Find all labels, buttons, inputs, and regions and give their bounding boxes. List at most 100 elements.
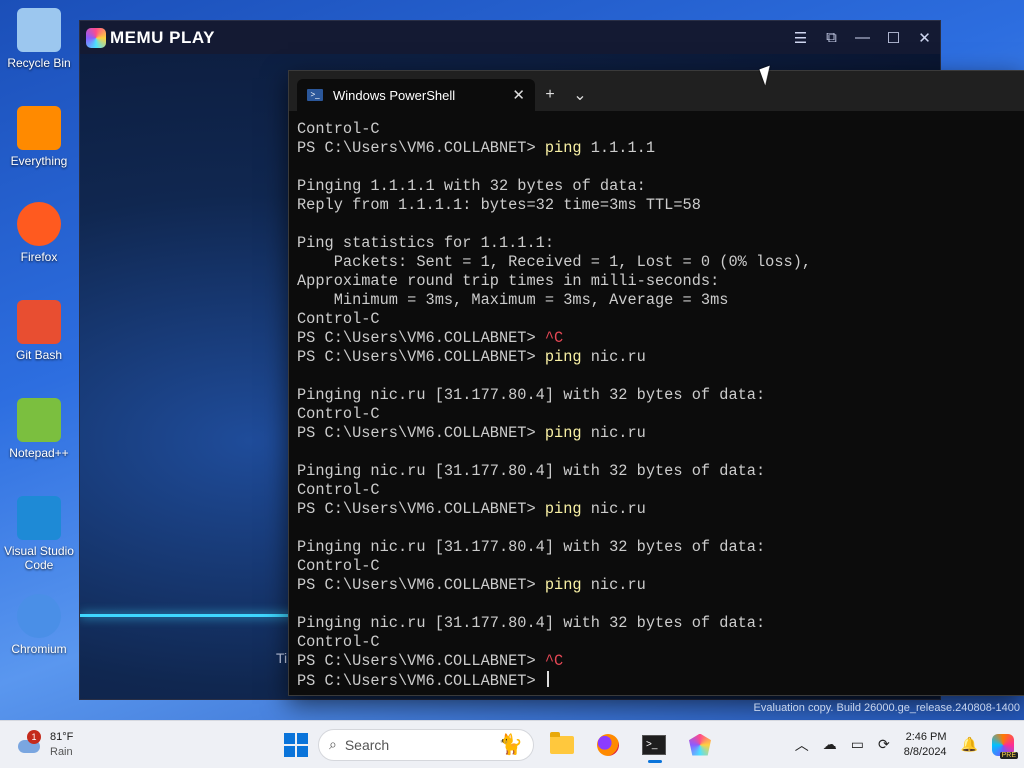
terminal-line: Reply from 1.1.1.1: bytes=32 time=3ms TT… (297, 196, 701, 214)
memu-progress-line (80, 614, 310, 617)
desktop-icon-label: Recycle Bin (7, 56, 71, 70)
terminal-command: ping (544, 576, 582, 594)
desktop-icon-firefox[interactable]: Firefox (4, 202, 74, 264)
terminal-line: PS C:\Users\VM6.COLLABNET> ping nic.ru (297, 500, 1024, 519)
terminal-line: PS C:\Users\VM6.COLLABNET> ping 1.1.1.1 (297, 139, 1024, 158)
weather-widget[interactable]: 1 81°F Rain (16, 729, 136, 760)
tab-title: Windows PowerShell (333, 87, 456, 103)
menu-icon[interactable]: ☰ (785, 21, 816, 54)
terminal-icon[interactable]: >_ (636, 727, 672, 763)
terminal-command: ping (544, 500, 582, 518)
terminal-interrupt: ^C (544, 329, 564, 347)
desktop-icon-label: Chromium (11, 642, 67, 656)
terminal-command-arg: nic.ru (581, 424, 646, 442)
terminal-line: Pinging 1.1.1.1 with 32 bytes of data: (297, 177, 646, 195)
terminal-prompt: PS C:\Users\VM6.COLLABNET> (297, 652, 545, 670)
taskbar-search[interactable]: ⌕ Search 🐈 (318, 728, 534, 761)
desktop-icon-notepad-[interactable]: Notepad++ (4, 398, 74, 460)
terminal-line: Control-C (297, 557, 380, 575)
desktop-icon-visual-studio-code[interactable]: Visual Studio Code (4, 496, 74, 572)
rain-cloud-icon: 1 (16, 729, 42, 758)
terminal-line: Pinging nic.ru [31.177.80.4] with 32 byt… (297, 462, 766, 480)
screen-icon[interactable]: ⧉ (816, 21, 847, 54)
clock[interactable]: 2:46 PM 8/8/2024 (904, 730, 947, 760)
terminal-command: ping (544, 139, 582, 157)
terminal-command-arg: nic.ru (581, 500, 646, 518)
desktop-icon-label: Visual Studio Code (4, 544, 74, 572)
terminal-line: Ping statistics for 1.1.1.1: (297, 234, 555, 252)
terminal-prompt: PS C:\Users\VM6.COLLABNET> (297, 348, 545, 366)
firefox-icon (17, 202, 61, 246)
new-tab-button[interactable]: + (535, 79, 565, 111)
tab-close-icon[interactable]: ✕ (512, 86, 525, 104)
memu-titlebar[interactable]: MEMU PLAY ☰ ⧉ — ☐ ✕ (80, 21, 940, 54)
terminal-line: PS C:\Users\VM6.COLLABNET> ping nic.ru (297, 424, 1024, 443)
terminal-line: Pinging nic.ru [31.177.80.4] with 32 byt… (297, 614, 766, 632)
powershell-icon: >_ (307, 89, 323, 101)
search-highlight-icon: 🐈 (498, 734, 523, 756)
terminal-line: Control-C (297, 633, 380, 651)
terminal-line: Control-C (297, 120, 380, 138)
desktop-icon-everything[interactable]: Everything (4, 106, 74, 168)
file-explorer-icon[interactable] (544, 727, 580, 763)
chromium-icon (17, 594, 61, 638)
terminal-line: Pinging nic.ru [31.177.80.4] with 32 byt… (297, 386, 766, 404)
recycle-bin-icon (17, 8, 61, 52)
tab-dropdown-button[interactable]: ⌄ (565, 79, 595, 111)
terminal-prompt: PS C:\Users\VM6.COLLABNET> (297, 424, 545, 442)
start-button[interactable] (284, 732, 308, 757)
terminal-window[interactable]: >_ Windows PowerShell ✕ + ⌄ Control-C PS … (288, 70, 1024, 696)
bell-icon[interactable]: 🔔 (961, 736, 978, 753)
desktop-icon-recycle-bin[interactable]: Recycle Bin (4, 8, 74, 70)
terminal-output[interactable]: Control-C PS C:\Users\VM6.COLLABNET> ping… (289, 111, 1024, 690)
memu-logo-icon (86, 27, 106, 48)
tab-powershell[interactable]: >_ Windows PowerShell ✕ (297, 79, 535, 111)
notepad-plus-plus-icon (17, 398, 61, 442)
network-icon[interactable]: ☁ (823, 736, 837, 753)
terminal-line: Approximate round trip times in milli-se… (297, 272, 720, 290)
terminal-prompt: PS C:\Users\VM6.COLLABNET> (297, 500, 545, 518)
memu-logo: MEMU PLAY (86, 27, 215, 48)
terminal-command-arg: nic.ru (581, 348, 646, 366)
terminal-command-arg: nic.ru (581, 576, 646, 594)
taskbar: 1 81°F Rain ⌕ Search 🐈 >_ ︿ ☁ ▭ ⟳ 2:46 P… (0, 720, 1024, 768)
terminal-line: PS C:\Users\VM6.COLLABNET> (297, 671, 1024, 690)
terminal-command: ping (544, 424, 582, 442)
terminal-line: PS C:\Users\VM6.COLLABNET> ^C (297, 329, 1024, 348)
maximize-icon[interactable]: ☐ (878, 21, 909, 54)
firefox-icon[interactable] (590, 727, 626, 763)
minimize-icon[interactable]: — (847, 21, 878, 54)
desktop-icon-git-bash[interactable]: Git Bash (4, 300, 74, 362)
notification-badge: 1 (27, 729, 41, 744)
system-tray: ︿ ☁ ▭ ⟳ 2:46 PM 8/8/2024 🔔 PRE (795, 730, 1018, 760)
desktop-icon-label: Git Bash (15, 348, 63, 362)
text-cursor (546, 671, 549, 687)
close-icon[interactable]: ✕ (909, 21, 940, 54)
search-placeholder: Search (344, 736, 390, 753)
terminal-line: Control-C (297, 310, 380, 328)
sync-icon[interactable]: ⟳ (878, 736, 890, 753)
desktop-icon-chromium[interactable]: Chromium (4, 594, 74, 656)
desktop-icon-label: Everything (10, 154, 68, 168)
terminal-command: ping (544, 348, 582, 366)
terminal-command-arg: 1.1.1.1 (581, 139, 656, 157)
evaluation-watermark: Evaluation copy. Build 26000.ge_release.… (753, 702, 1020, 714)
terminal-prompt: PS C:\Users\VM6.COLLABNET> (297, 139, 545, 157)
chevron-up-icon[interactable]: ︿ (795, 735, 809, 755)
clock-date: 8/8/2024 (903, 745, 947, 758)
copilot-icon[interactable]: PRE (992, 733, 1018, 759)
memu-window-controls: ☰ ⧉ — ☐ ✕ (785, 21, 940, 54)
terminal-prompt: PS C:\Users\VM6.COLLABNET> (297, 576, 545, 594)
display-icon[interactable]: ▭ (851, 736, 864, 753)
memu-title: MEMU PLAY (110, 27, 215, 47)
terminal-prompt: PS C:\Users\VM6.COLLABNET> (297, 329, 545, 347)
memu-icon[interactable] (682, 727, 718, 763)
memu-partial-text: Ti (276, 650, 288, 666)
git-bash-icon (17, 300, 61, 344)
desktop-icon-label: Firefox (20, 250, 58, 264)
